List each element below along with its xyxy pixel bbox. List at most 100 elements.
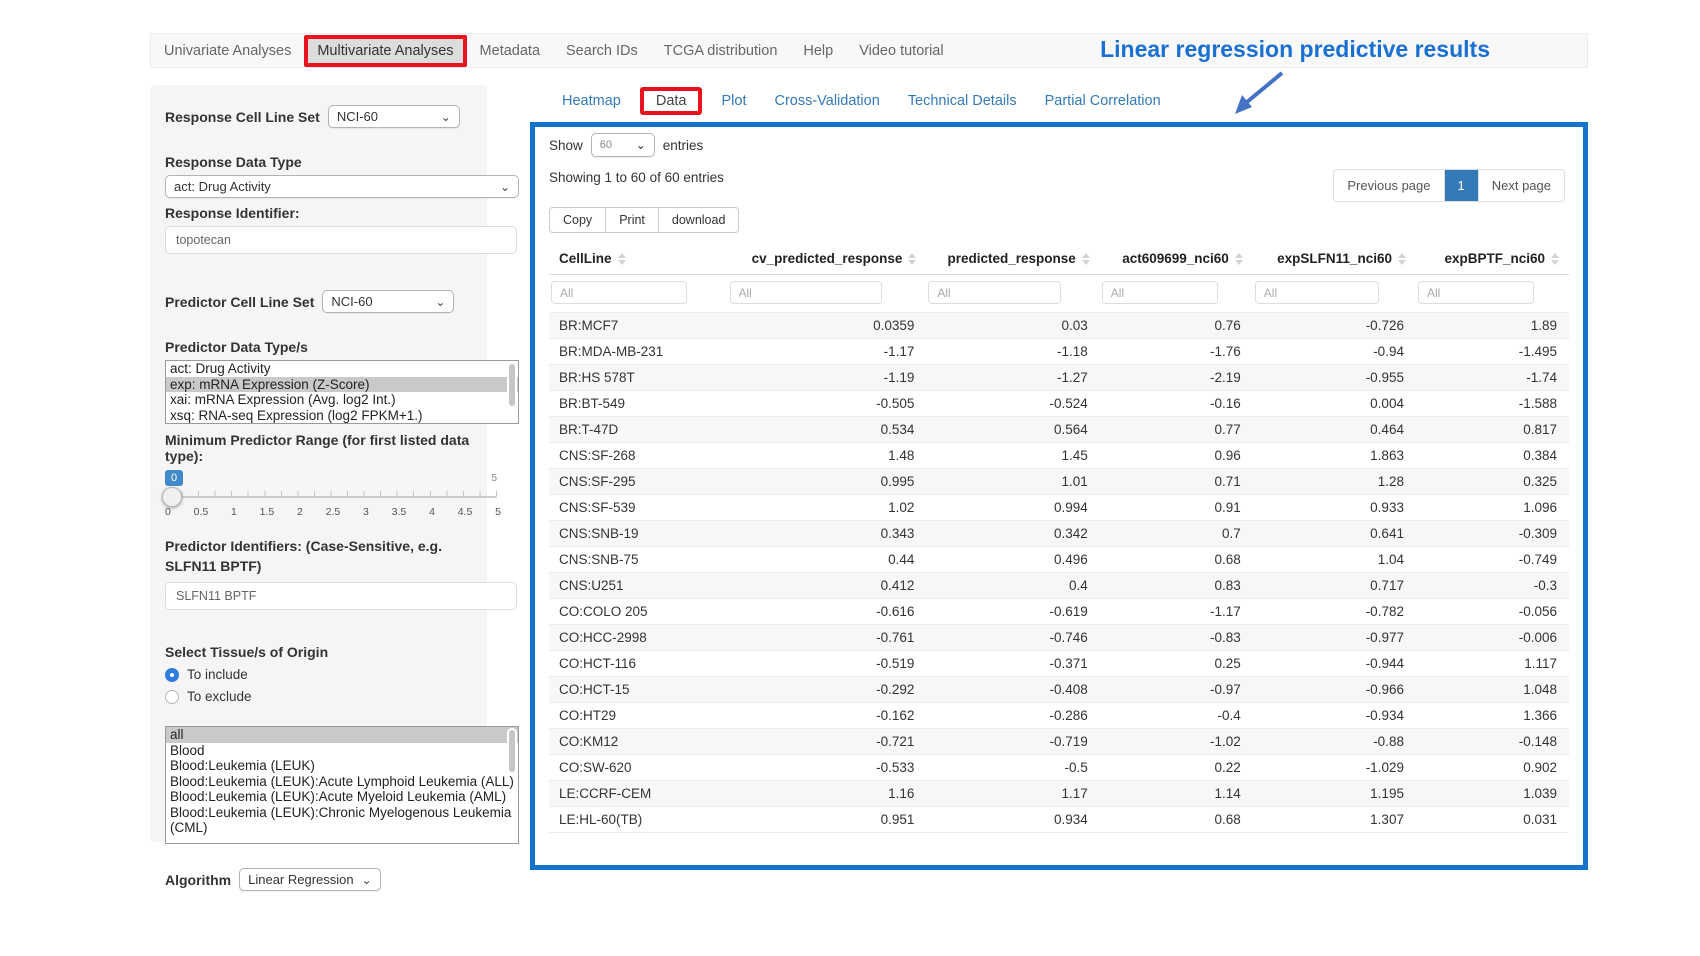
table-row[interactable]: CO:COLO 205-0.616-0.619-1.17-0.782-0.056 xyxy=(549,599,1569,625)
response-data-type-select[interactable]: act: Drug Activity ⌄ xyxy=(165,175,519,198)
cell-line-cell: BR:HS 578T xyxy=(549,365,728,391)
table-row[interactable]: LE:HL-60(TB)0.9510.9340.681.3070.031 xyxy=(549,807,1569,833)
cell-line-cell: BR:MDA-MB-231 xyxy=(549,339,728,365)
tissue-option-blood-leukemia-leuk-acute-myeloid-leukemia-aml[interactable]: Blood:Leukemia (LEUK):Acute Myeloid Leuk… xyxy=(166,789,518,805)
table-row[interactable]: BR:HS 578T-1.19-1.27-2.19-0.955-1.74 xyxy=(549,365,1569,391)
download-button[interactable]: download xyxy=(658,207,740,233)
value-cell: -0.533 xyxy=(728,755,927,781)
table-row[interactable]: CO:KM12-0.721-0.719-1.02-0.88-0.148 xyxy=(549,729,1569,755)
table-row[interactable]: BR:MCF70.03590.030.76-0.7261.89 xyxy=(549,313,1569,339)
tab-data[interactable]: Data xyxy=(640,87,703,115)
table-row[interactable]: BR:BT-549-0.505-0.524-0.160.004-1.588 xyxy=(549,391,1569,417)
copy-button[interactable]: Copy xyxy=(549,207,606,233)
previous-page-button[interactable]: Previous page xyxy=(1334,170,1443,201)
predictor-identifiers-input[interactable] xyxy=(165,582,517,610)
filter-input-expbptf-nci60[interactable] xyxy=(1418,281,1534,304)
table-row[interactable]: CNS:SNB-750.440.4960.681.04-0.749 xyxy=(549,547,1569,573)
predictor-cell-line-set-select[interactable]: NCI-60 ⌄ xyxy=(322,290,454,313)
table-row[interactable]: CNS:U2510.4120.40.830.717-0.3 xyxy=(549,573,1569,599)
tab-plot[interactable]: Plot xyxy=(707,87,760,115)
column-header-act609699-nci60[interactable]: act609699_nci60 xyxy=(1100,243,1253,275)
response-identifier-input[interactable] xyxy=(165,226,517,254)
value-cell: -0.719 xyxy=(926,729,1099,755)
value-cell: 1.117 xyxy=(1416,651,1569,677)
column-header-expslfn11-nci60[interactable]: expSLFN11_nci60 xyxy=(1253,243,1416,275)
filter-input-predicted-response[interactable] xyxy=(928,281,1060,304)
table-row[interactable]: BR:MDA-MB-231-1.17-1.18-1.76-0.94-1.495 xyxy=(549,339,1569,365)
slider-tick-label: 1 xyxy=(231,506,237,518)
tissue-option-all[interactable]: all xyxy=(166,727,518,743)
page: Univariate AnalysesMultivariate Analyses… xyxy=(0,0,1700,956)
table-row[interactable]: BR:T-47D0.5340.5640.770.4640.817 xyxy=(549,417,1569,443)
column-header-cellline[interactable]: CellLine xyxy=(549,243,728,275)
table-row[interactable]: CO:HCT-15-0.292-0.408-0.97-0.9661.048 xyxy=(549,677,1569,703)
value-cell: -0.4 xyxy=(1100,703,1253,729)
table-row[interactable]: LE:CCRF-CEM1.161.171.141.1951.039 xyxy=(549,781,1569,807)
value-cell: -0.292 xyxy=(728,677,927,703)
slider-track[interactable] xyxy=(165,496,497,498)
predictor-data-type-option-act-drug-activity[interactable]: act: Drug Activity xyxy=(166,361,518,377)
value-cell: -0.977 xyxy=(1253,625,1416,651)
column-header-expbptf-nci60[interactable]: expBPTF_nci60 xyxy=(1416,243,1569,275)
page-length-select[interactable]: 60 ⌄ xyxy=(591,133,655,157)
next-page-button[interactable]: Next page xyxy=(1478,170,1564,201)
nav-item-video-tutorial[interactable]: Video tutorial xyxy=(846,35,956,67)
page-1-button[interactable]: 1 xyxy=(1444,170,1478,201)
table-row[interactable]: CNS:SF-2681.481.450.961.8630.384 xyxy=(549,443,1569,469)
value-cell: 0.717 xyxy=(1253,573,1416,599)
table-row[interactable]: CO:HT29-0.162-0.286-0.4-0.9341.366 xyxy=(549,703,1569,729)
column-header-label: predicted_response xyxy=(947,251,1075,266)
print-button[interactable]: Print xyxy=(605,207,659,233)
tissue-option-blood[interactable]: Blood xyxy=(166,743,518,759)
value-cell: 0.83 xyxy=(1100,573,1253,599)
tab-cross-validation[interactable]: Cross-Validation xyxy=(760,87,893,115)
table-row[interactable]: CO:HCC-2998-0.761-0.746-0.83-0.977-0.006 xyxy=(549,625,1569,651)
tissue-option-blood-leukemia-leuk-acute-lymphoid-leukemia-all[interactable]: Blood:Leukemia (LEUK):Acute Lymphoid Leu… xyxy=(166,774,518,790)
tab-technical-details[interactable]: Technical Details xyxy=(894,87,1031,115)
nav-item-metadata[interactable]: Metadata xyxy=(467,35,553,67)
filter-input-act609699-nci60[interactable] xyxy=(1102,281,1218,304)
slider-tick-labels: 00.511.522.533.544.55 xyxy=(165,506,501,518)
filter-input-expslfn11-nci60[interactable] xyxy=(1255,281,1379,304)
predictor-data-type-option-xsq-rna-seq-expression-log2-fpkm-1[interactable]: xsq: RNA-seq Expression (log2 FPKM+1.) xyxy=(166,408,518,424)
tab-partial-correlation[interactable]: Partial Correlation xyxy=(1031,87,1175,115)
filter-input-cv-predicted-response[interactable] xyxy=(730,281,883,304)
column-header-cv-predicted-response[interactable]: cv_predicted_response xyxy=(728,243,927,275)
table-row[interactable]: CNS:SF-5391.020.9940.910.9331.096 xyxy=(549,495,1569,521)
response-cell-line-set-select[interactable]: NCI-60 ⌄ xyxy=(328,105,460,128)
predictor-data-type-option-xai-mrna-expression-avg-log2-int[interactable]: xai: mRNA Expression (Avg. log2 Int.) xyxy=(166,392,518,408)
annotation-title: Linear regression predictive results xyxy=(1100,36,1490,63)
table-row[interactable]: CO:SW-620-0.533-0.50.22-1.0290.902 xyxy=(549,755,1569,781)
value-cell: 1.28 xyxy=(1253,469,1416,495)
filter-input-cellline[interactable] xyxy=(551,281,687,304)
predictor-data-type-option-exp-mrna-expression-z-score[interactable]: exp: mRNA Expression (Z-Score) xyxy=(166,377,518,393)
scrollbar-thumb[interactable] xyxy=(507,728,517,774)
sort-up-icon xyxy=(1551,253,1559,258)
tissue-option-blood-leukemia-leuk-chronic-myelogenous-leukemia-cml[interactable]: Blood:Leukemia (LEUK):Chronic Myelogenou… xyxy=(166,805,518,836)
slider-handle[interactable] xyxy=(162,487,182,507)
value-cell: -0.5 xyxy=(926,755,1099,781)
slider-tick-label: 1.5 xyxy=(260,506,275,518)
scrollbar-thumb[interactable] xyxy=(507,362,517,408)
value-cell: -0.616 xyxy=(728,599,927,625)
algorithm-select[interactable]: Linear Regression ⌄ xyxy=(239,868,381,891)
nav-item-search-ids[interactable]: Search IDs xyxy=(553,35,651,67)
nav-item-univariate-analyses[interactable]: Univariate Analyses xyxy=(151,35,304,67)
table-row[interactable]: CO:HCT-116-0.519-0.3710.25-0.9441.117 xyxy=(549,651,1569,677)
nav-item-help[interactable]: Help xyxy=(790,35,846,67)
column-header-predicted-response[interactable]: predicted_response xyxy=(926,243,1099,275)
tissue-exclude-radio[interactable]: To exclude xyxy=(165,689,472,704)
nav-item-tcga-distribution[interactable]: TCGA distribution xyxy=(651,35,791,67)
value-cell: 0.0359 xyxy=(728,313,927,339)
nav-item-multivariate-analyses[interactable]: Multivariate Analyses xyxy=(304,35,466,67)
tissue-option-blood-leukemia-leuk[interactable]: Blood:Leukemia (LEUK) xyxy=(166,758,518,774)
cell-line-cell: CO:HCT-116 xyxy=(549,651,728,677)
column-header-label: expSLFN11_nci60 xyxy=(1277,251,1392,266)
tissue-include-radio[interactable]: To include xyxy=(165,667,472,682)
value-cell: -0.056 xyxy=(1416,599,1569,625)
table-row[interactable]: CNS:SNB-190.3430.3420.70.641-0.309 xyxy=(549,521,1569,547)
value-cell: 0.71 xyxy=(1100,469,1253,495)
value-cell: 1.048 xyxy=(1416,677,1569,703)
tab-heatmap[interactable]: Heatmap xyxy=(548,87,635,115)
table-row[interactable]: CNS:SF-2950.9951.010.711.280.325 xyxy=(549,469,1569,495)
